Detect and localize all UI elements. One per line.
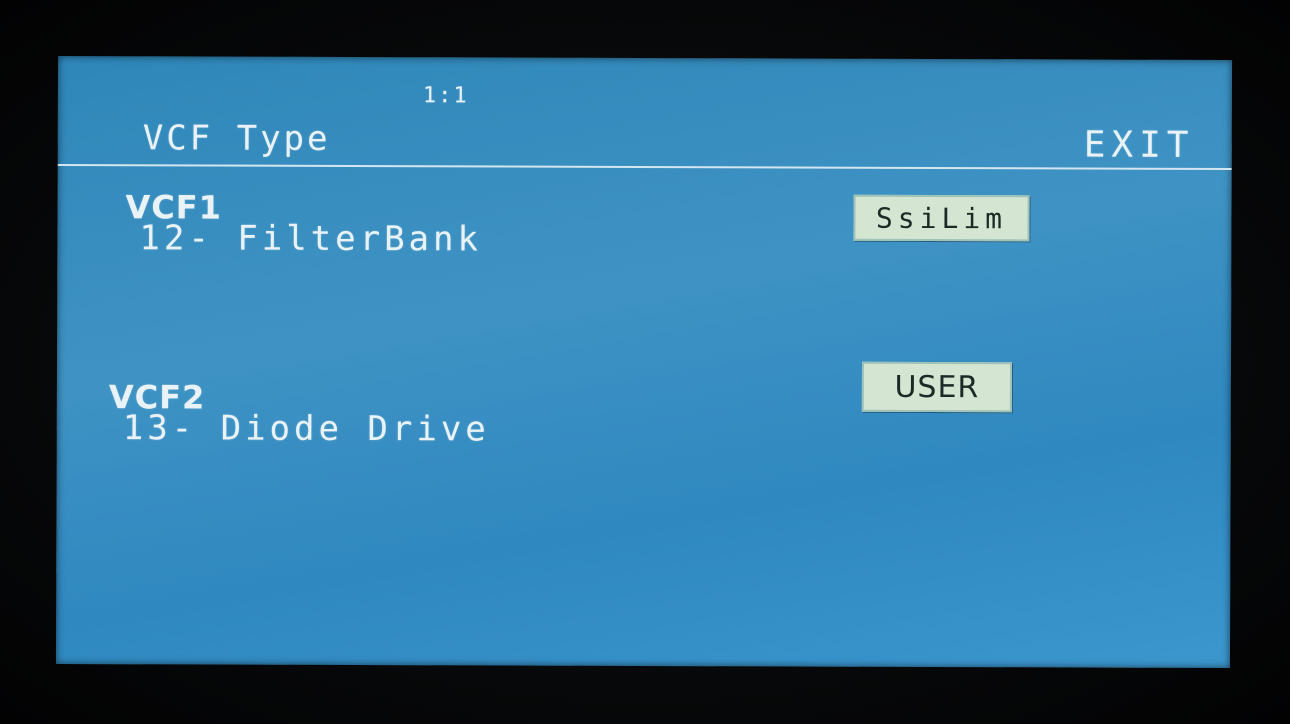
vcf2-mode-button[interactable]: USER xyxy=(861,361,1013,413)
vcf1-filter-type[interactable]: 12- FilterBank xyxy=(139,218,482,259)
vcf1-mode-button[interactable]: SsiLim xyxy=(853,194,1030,242)
lcd-screen: 1:1 VCF Type EXIT VCF1 12- FilterBank Ss… xyxy=(55,55,1233,669)
device-bezel: 1:1 VCF Type EXIT VCF1 12- FilterBank Ss… xyxy=(0,0,1290,724)
header-divider xyxy=(57,163,1232,171)
page-title: VCF Type xyxy=(142,118,331,159)
exit-button[interactable]: EXIT xyxy=(1084,125,1195,166)
page-indicator: 1:1 xyxy=(422,83,469,109)
vcf2-filter-type[interactable]: 13- Diode Drive xyxy=(123,408,490,449)
